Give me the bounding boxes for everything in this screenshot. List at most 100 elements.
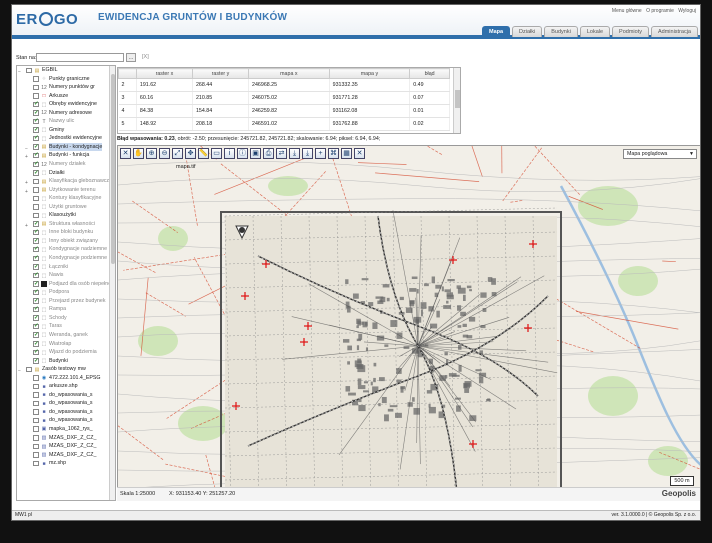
move-icon[interactable]: ✥ [185, 148, 196, 159]
layer-checkbox[interactable] [33, 117, 39, 125]
layer-checkbox[interactable] [33, 212, 39, 219]
grid-column-header[interactable] [118, 68, 137, 79]
layer-tree-item[interactable]: ⬚Wiatrołap [17, 340, 109, 349]
tab-budynki[interactable]: Budynki [544, 26, 578, 37]
layer-checkbox[interactable] [33, 204, 39, 210]
add-point-icon[interactable]: + [315, 148, 326, 159]
layer-tree-item[interactable]: ⬚ Kontury klasyfikacyjne [17, 194, 109, 203]
table-row[interactable]: 3 60.16 210.85 246075.02 931771.28 0.07 [118, 91, 450, 105]
layer-tree-item[interactable]: ■ do_wpasowania_s [17, 399, 109, 408]
layer-tree-item[interactable]: ⬚Jednostki ewidencyjne [17, 134, 109, 143]
layer-checkbox[interactable] [33, 348, 39, 356]
layer-tree-item[interactable]: ⬚ Użytki gruntowe [17, 203, 109, 212]
zoom-out-icon[interactable]: ⊖ [159, 148, 170, 159]
layer-tree-item[interactable]: ⬚Łączniki [17, 263, 109, 272]
layer-tree-item[interactable]: ⬚Obręby ewidencyjne [17, 100, 109, 109]
zoom-extent-icon[interactable]: ⤢ [172, 148, 183, 159]
fit-icon[interactable]: ⌘ [328, 148, 339, 159]
layer-tree-item[interactable]: ⬚Taras [17, 322, 109, 331]
layer-checkbox[interactable] [33, 417, 39, 424]
layer-checkbox[interactable] [33, 100, 39, 108]
layer-checkbox[interactable] [33, 305, 39, 313]
layer-tree-item[interactable]: ⁘ Punkty graniczne [17, 75, 109, 84]
layer-tree-item[interactable]: ⬚Rampa [17, 305, 109, 314]
layer-tree-item[interactable]: ⬚Działki [17, 169, 109, 178]
layer-tree-item[interactable]: ◉ 472.222.101.4_EPSG [17, 374, 109, 383]
layer-checkbox[interactable] [33, 297, 39, 305]
layer-tree-item[interactable]: ▥ MZAS_DXF_Z_CZ_ [17, 442, 109, 451]
layer-tree-item[interactable]: ⬚Kondygnacje nadziemne [17, 245, 109, 254]
layer-checkbox[interactable] [33, 160, 39, 168]
layer-checkbox[interactable] [33, 288, 39, 296]
layer-tree-item[interactable]: ■ arkusze.shp [17, 382, 109, 391]
layer-checkbox[interactable] [33, 93, 39, 99]
layer-checkbox[interactable] [33, 426, 39, 432]
layer-checkbox[interactable] [33, 84, 39, 91]
save-icon[interactable]: ▦ [341, 148, 352, 159]
layer-tree-item[interactable]: +▤Struktura własności [17, 220, 109, 228]
layer-checkbox[interactable] [33, 280, 39, 288]
layer-checkbox[interactable] [33, 323, 39, 330]
layer-checkbox[interactable] [33, 76, 39, 82]
layer-checkbox[interactable] [33, 383, 39, 390]
layer-tree-item[interactable]: − ▤ Zasób testowy mw [17, 365, 109, 374]
zoom-in-icon[interactable]: ⊕ [146, 148, 157, 159]
map-view[interactable]: ✕ ✋ ⊕ ⊖ ⤢ ✥ 📏 ▭ i ⓘ ▣ ⎙ ⇄ ⤓ ⤓ + ⌘ ▦ ✕ mapa.tif Mapa pogląd… [117, 145, 701, 501]
layer-tree-item[interactable]: 12Numery działek [17, 160, 109, 169]
grid-column-header[interactable]: błąd [409, 68, 450, 79]
pan-icon[interactable]: ✋ [133, 148, 144, 159]
layer-tree-item[interactable]: ▥ MZAS_DXF_Z_CZ_ [17, 451, 109, 460]
layer-checkbox[interactable] [33, 187, 39, 193]
layer-tree-item[interactable]: ⬚Podpora [17, 288, 109, 297]
info-icon[interactable]: i [224, 148, 235, 159]
layer-checkbox[interactable] [33, 409, 39, 415]
layer-checkbox[interactable] [26, 366, 32, 373]
layer-tree-scrollbar[interactable] [109, 66, 115, 500]
tab-administracja[interactable]: Administracja [650, 26, 698, 37]
tab-lokale[interactable]: Lokale [579, 26, 611, 37]
stan-date-button[interactable]: … [126, 53, 136, 62]
link-logout[interactable]: Wyloguj [678, 8, 696, 14]
layer-tree-item[interactable]: ■ mz.shp [17, 459, 109, 468]
scroll-thumb[interactable] [111, 74, 115, 264]
layer-checkbox[interactable] [33, 220, 39, 228]
layer-checkbox[interactable] [33, 263, 39, 271]
close-icon[interactable]: ✕ [120, 148, 131, 159]
info-list-icon[interactable]: ⓘ [237, 148, 248, 159]
map-canvas[interactable] [118, 146, 701, 501]
layer-tree-item[interactable]: −▤Budynki - kondygnacje [17, 142, 109, 152]
layer-tree-item[interactable]: 12 Numery punktów gr [17, 83, 109, 92]
layer-checkbox[interactable] [33, 392, 39, 398]
layer-checkbox[interactable] [33, 460, 39, 467]
layer-checkbox[interactable] [33, 443, 39, 450]
layer-tree-item[interactable]: ⬚Przejazd przez budynek [17, 297, 109, 306]
delete-icon[interactable]: ✕ [354, 148, 365, 159]
layer-checkbox[interactable] [33, 152, 39, 159]
download-icon[interactable]: ⤓ [289, 148, 300, 159]
layer-checkbox[interactable] [33, 400, 39, 407]
layer-checkbox[interactable] [33, 452, 39, 458]
layer-checkbox[interactable] [33, 375, 39, 381]
layer-tree-item[interactable]: ■ do_wpasowania_s [17, 391, 109, 400]
layer-checkbox[interactable] [33, 169, 39, 177]
layer-checkbox[interactable] [33, 435, 39, 441]
table-row[interactable]: 2 191.62 268.44 246968.25 931332.35 0.49 [118, 78, 450, 92]
stan-date-input[interactable] [36, 53, 124, 62]
layer-checkbox[interactable] [26, 67, 32, 73]
layer-tree-item[interactable]: ⬚Kondygnacje podziemne [17, 254, 109, 263]
select-icon[interactable]: ▣ [250, 148, 261, 159]
layer-tree-item[interactable]: ▣ mapka_1062_rys_ [17, 425, 109, 434]
layer-checkbox[interactable] [33, 254, 39, 262]
layer-checkbox[interactable] [33, 237, 39, 245]
layer-tree-item[interactable]: 12Numery adresowe [17, 109, 109, 118]
layer-tree-item[interactable]: ⬚Wjazd do podziemia [17, 348, 109, 357]
grid-scrollbar[interactable] [453, 68, 460, 133]
layer-tree-item[interactable]: + ▤ Użytkowanie terenu [17, 186, 109, 195]
layer-tree-item[interactable]: ▥ MZAS_DXF_Z_CZ_ [17, 434, 109, 443]
layer-tree-item[interactable]: ⬚Budynki [17, 357, 109, 366]
layer-tree-item[interactable]: ⬚ Klasoużytki [17, 211, 109, 220]
basemap-select[interactable]: Mapa poglądowa [623, 149, 697, 159]
measure-area-icon[interactable]: ▭ [211, 148, 222, 159]
print-icon[interactable]: ⎙ [263, 148, 274, 159]
stan-clear-button[interactable]: [X] [142, 54, 149, 60]
